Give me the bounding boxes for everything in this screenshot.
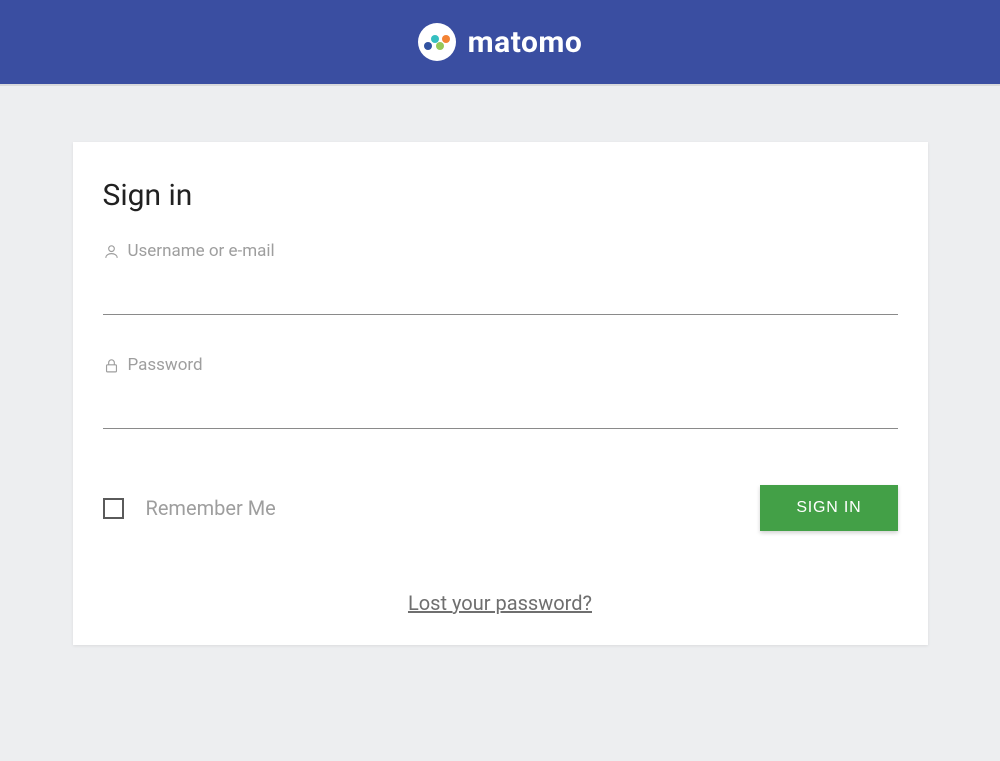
matomo-logo-icon bbox=[418, 23, 456, 61]
password-label: Password bbox=[128, 355, 203, 375]
page-title: Sign in bbox=[103, 178, 898, 213]
username-input[interactable] bbox=[103, 269, 898, 315]
brand-name: matomo bbox=[468, 25, 583, 60]
header: matomo bbox=[0, 0, 1000, 86]
login-card: Sign in Username or e-mail Password Reme… bbox=[73, 142, 928, 645]
password-field-wrap: Password bbox=[103, 355, 898, 429]
username-label: Username or e-mail bbox=[128, 241, 275, 261]
password-label-row: Password bbox=[103, 355, 898, 375]
brand-logo: matomo bbox=[418, 23, 583, 61]
password-input[interactable] bbox=[103, 383, 898, 429]
lost-password-row: Lost your password? bbox=[103, 591, 898, 615]
actions-row: Remember Me SIGN IN bbox=[103, 485, 898, 531]
lock-icon bbox=[103, 357, 120, 374]
user-icon bbox=[103, 243, 120, 260]
remember-me[interactable]: Remember Me bbox=[103, 496, 276, 520]
username-label-row: Username or e-mail bbox=[103, 241, 898, 261]
remember-label: Remember Me bbox=[146, 496, 276, 520]
username-field-wrap: Username or e-mail bbox=[103, 241, 898, 315]
signin-button[interactable]: SIGN IN bbox=[760, 485, 897, 531]
lost-password-link[interactable]: Lost your password? bbox=[408, 591, 592, 615]
remember-checkbox[interactable] bbox=[103, 498, 124, 519]
